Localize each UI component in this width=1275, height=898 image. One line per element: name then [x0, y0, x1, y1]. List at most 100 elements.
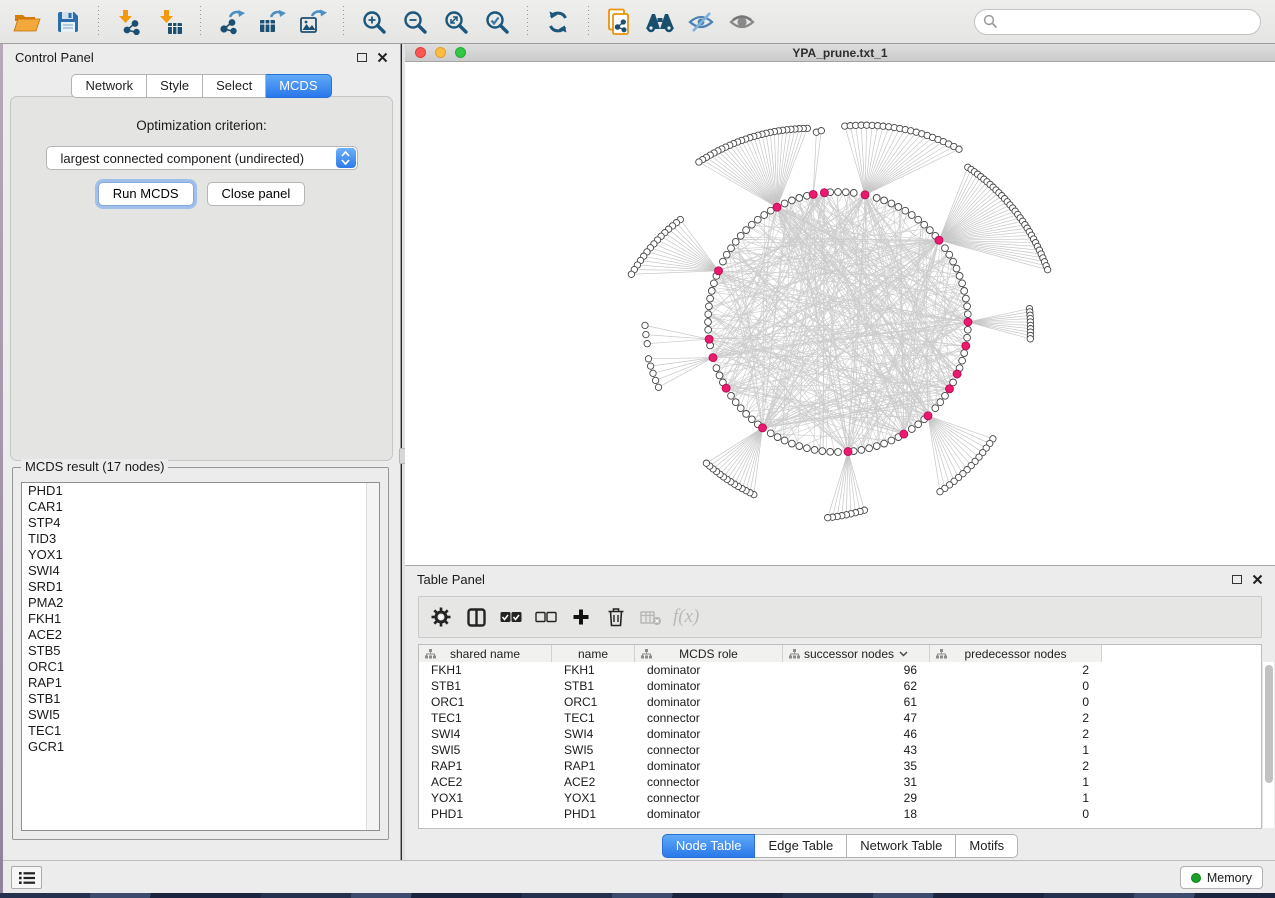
close-panel-button[interactable]: Close panel: [207, 182, 306, 206]
run-mcds-button[interactable]: Run MCDS: [98, 182, 194, 206]
mcds-result-item[interactable]: CAR1: [22, 499, 379, 515]
tab-network[interactable]: Network: [71, 74, 147, 98]
search-network-button[interactable]: [643, 5, 677, 39]
mcds-result-title: MCDS result (17 nodes): [21, 459, 168, 474]
save-icon: [56, 10, 80, 34]
optimization-criterion-value: largest connected component (undirected): [61, 151, 305, 166]
export-image-icon: [298, 9, 328, 35]
mcds-result-item[interactable]: PHD1: [22, 483, 379, 499]
mcds-result-item[interactable]: TEC1: [22, 723, 379, 739]
zoom-fit-button[interactable]: [439, 5, 473, 39]
mcds-result-list[interactable]: PHD1CAR1STP4TID3YOX1SWI4SRD1PMA2FKH1ACE2…: [21, 482, 380, 831]
deselect-all-button[interactable]: [533, 604, 559, 630]
delete-row-button[interactable]: [603, 604, 629, 630]
table-row[interactable]: SWI4SWI4dominator462: [419, 726, 1261, 742]
tab-mcds[interactable]: MCDS: [266, 74, 331, 98]
mcds-result-item[interactable]: FKH1: [22, 611, 379, 627]
select-all-button[interactable]: [498, 604, 524, 630]
mcds-result-item[interactable]: STB5: [22, 643, 379, 659]
task-history-button[interactable]: [11, 866, 42, 889]
table-row[interactable]: YOX1YOX1connector291: [419, 790, 1261, 806]
column-header-MCDS-role[interactable]: MCDS role: [635, 645, 783, 662]
shared-column-icon: [425, 649, 436, 659]
add-row-button[interactable]: [568, 604, 594, 630]
mcds-result-item[interactable]: TID3: [22, 531, 379, 547]
delete-table-icon: [640, 609, 662, 626]
mcds-result-item[interactable]: YOX1: [22, 547, 379, 563]
mcds-result-item[interactable]: STP4: [22, 515, 379, 531]
close-panel-icon[interactable]: [377, 52, 388, 63]
mcds-result-item[interactable]: ORC1: [22, 659, 379, 675]
float-panel-icon[interactable]: [1232, 575, 1242, 584]
mcds-result-group: MCDS result (17 nodes) PHD1CAR1STP4TID3Y…: [12, 467, 389, 840]
show-all-button[interactable]: [725, 5, 759, 39]
trash-icon: [607, 607, 625, 627]
table-row[interactable]: ACE2ACE2connector311: [419, 774, 1261, 790]
tab-edge-table[interactable]: Edge Table: [755, 834, 847, 858]
export-image-button[interactable]: [296, 5, 330, 39]
table-row[interactable]: TEC1TEC1connector472: [419, 710, 1261, 726]
cell-shared_name: RAP1: [419, 759, 552, 773]
zoom-in-button[interactable]: [357, 5, 391, 39]
search-input[interactable]: [974, 9, 1261, 35]
optimization-criterion-select[interactable]: largest connected component (undirected): [46, 146, 358, 170]
refresh-button[interactable]: [541, 5, 575, 39]
open-session-button[interactable]: [10, 5, 44, 39]
table-settings-button[interactable]: [428, 604, 454, 630]
table-row[interactable]: PHD1PHD1dominator180: [419, 806, 1261, 822]
mcds-result-item[interactable]: GCR1: [22, 739, 379, 755]
zoom-selected-button[interactable]: [480, 5, 514, 39]
column-header-successor-nodes[interactable]: successor nodes: [783, 645, 930, 662]
table-row[interactable]: ORC1ORC1dominator610: [419, 694, 1261, 710]
close-panel-icon[interactable]: [1252, 574, 1263, 585]
shared-column-icon: [789, 649, 800, 659]
table-row[interactable]: SWI5SWI5connector431: [419, 742, 1261, 758]
select-stepper-icon: [336, 148, 356, 168]
hide-selected-button[interactable]: [684, 5, 718, 39]
column-header-shared-name[interactable]: shared name: [419, 645, 552, 662]
network-title: YPA_prune.txt_1: [405, 46, 1275, 60]
cell-mcds_role: dominator: [635, 663, 783, 677]
mcds-result-item[interactable]: RAP1: [22, 675, 379, 691]
tab-style[interactable]: Style: [147, 74, 203, 98]
table-row[interactable]: FKH1FKH1dominator962: [419, 662, 1261, 678]
table-row[interactable]: STB1STB1dominator620: [419, 678, 1261, 694]
network-graph[interactable]: [405, 62, 1275, 565]
node-table[interactable]: shared namenameMCDS rolesuccessor nodesp…: [418, 644, 1262, 829]
mcds-result-item[interactable]: STB1: [22, 691, 379, 707]
gear-icon: [431, 607, 451, 627]
tab-network-table[interactable]: Network Table: [847, 834, 956, 858]
table-scrollbar-thumb[interactable]: [1265, 665, 1273, 783]
export-table-button[interactable]: [255, 5, 289, 39]
tab-select[interactable]: Select: [203, 74, 266, 98]
import-table-button[interactable]: [153, 5, 187, 39]
show-columns-button[interactable]: [463, 604, 489, 630]
table-scrollbar[interactable]: [1262, 662, 1274, 828]
share-network-button[interactable]: [602, 5, 636, 39]
table-row[interactable]: RAP1RAP1dominator352: [419, 758, 1261, 774]
network-canvas[interactable]: [405, 62, 1275, 565]
mcds-result-item[interactable]: ACE2: [22, 627, 379, 643]
mcds-result-item[interactable]: PMA2: [22, 595, 379, 611]
mcds-list-scrollbar[interactable]: [366, 483, 379, 830]
column-header-predecessor-nodes[interactable]: predecessor nodes: [930, 645, 1102, 662]
float-panel-icon[interactable]: [357, 53, 367, 62]
import-network-button[interactable]: [112, 5, 146, 39]
zoom-out-button[interactable]: [398, 5, 432, 39]
mcds-options-box: Optimization criterion: largest connecte…: [10, 96, 393, 461]
mcds-result-item[interactable]: SRD1: [22, 579, 379, 595]
cell-name: RAP1: [552, 759, 635, 773]
cell-successor_nodes: 46: [783, 727, 930, 741]
cell-name: STB1: [552, 679, 635, 693]
column-header-name[interactable]: name: [552, 645, 635, 662]
cell-predecessor_nodes: 1: [930, 775, 1102, 789]
export-network-button[interactable]: [214, 5, 248, 39]
tab-node-table[interactable]: Node Table: [662, 834, 756, 858]
mcds-result-item[interactable]: SWI4: [22, 563, 379, 579]
share-document-icon: [606, 8, 632, 36]
mcds-result-item[interactable]: SWI5: [22, 707, 379, 723]
cell-predecessor_nodes: 2: [930, 759, 1102, 773]
tab-motifs[interactable]: Motifs: [956, 834, 1018, 858]
memory-button[interactable]: Memory: [1180, 866, 1263, 889]
save-session-button[interactable]: [51, 5, 85, 39]
